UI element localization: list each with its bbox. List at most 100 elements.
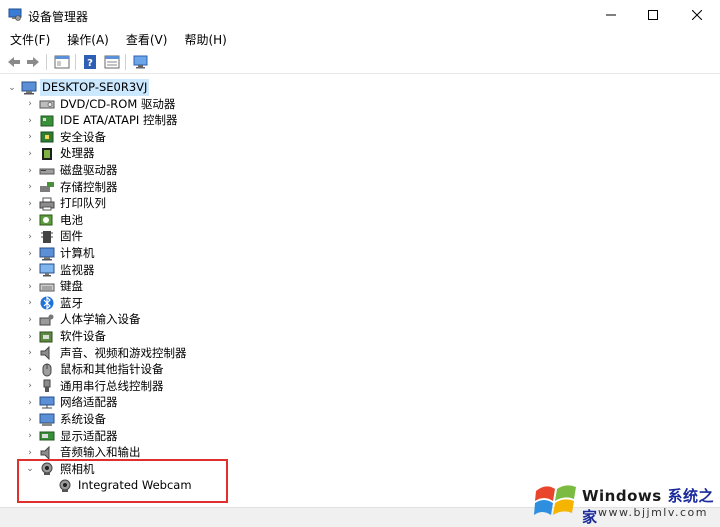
chevron-right-icon[interactable]: ›: [24, 428, 36, 445]
monitor-icon: [39, 263, 55, 277]
toolbar-separator: [75, 54, 76, 70]
tree-category-row[interactable]: › 鼠标和其他指针设备: [24, 361, 166, 378]
tree-category-row[interactable]: › 蓝牙: [24, 295, 85, 312]
chevron-right-icon[interactable]: ›: [24, 328, 36, 345]
tree-category-row[interactable]: › 监视器: [24, 262, 97, 279]
tree-category-row[interactable]: › 声音、视频和游戏控制器: [24, 345, 189, 362]
tree-category-label: 人体学输入设备: [60, 312, 141, 327]
tree-category-label: 监视器: [60, 262, 95, 277]
tree-category-label: 固件: [60, 229, 83, 244]
toolbar-separator: [46, 54, 47, 70]
tree-category-label: 网络适配器: [60, 395, 118, 410]
battery-icon: [39, 213, 55, 227]
chevron-right-icon[interactable]: ›: [24, 278, 36, 295]
tree-category-row[interactable]: › 存储控制器: [24, 179, 120, 196]
help-icon[interactable]: ?: [82, 54, 98, 70]
windows-logo-icon: [534, 481, 578, 524]
tree-category-label: 软件设备: [60, 329, 106, 343]
display-adapter-icon: [39, 429, 55, 443]
tree-category-row[interactable]: › 系统设备: [24, 411, 108, 428]
tree-category-label: 存储控制器: [60, 179, 118, 194]
show-hide-console-tree-icon[interactable]: [54, 54, 70, 70]
chevron-right-icon[interactable]: ›: [24, 311, 36, 328]
menu-action[interactable]: 操作(A): [57, 30, 116, 50]
tree-category-label: 鼠标和其他指针设备: [60, 362, 164, 377]
menu-help[interactable]: 帮助(H): [174, 30, 233, 50]
toolbar: ?: [0, 50, 720, 74]
firmware-icon: [39, 230, 55, 244]
chevron-right-icon[interactable]: ›: [24, 162, 36, 179]
security-device-icon: [39, 130, 55, 144]
disk-drive-icon: [39, 164, 55, 178]
chevron-right-icon[interactable]: ›: [24, 179, 36, 196]
menu-file[interactable]: 文件(F): [0, 30, 57, 50]
chevron-right-icon[interactable]: ›: [24, 262, 36, 279]
tree-category-label: 电池: [60, 212, 83, 227]
chevron-right-icon[interactable]: ›: [24, 112, 36, 129]
tree-category-row[interactable]: › 网络适配器: [24, 394, 120, 411]
tree-category-row[interactable]: › 显示适配器: [24, 428, 120, 445]
tree-category-row[interactable]: › 安全设备: [24, 129, 108, 146]
minimize-button[interactable]: [588, 0, 634, 30]
tree-category-label: DVD/CD-ROM 驱动器: [60, 96, 176, 111]
software-device-icon: [39, 330, 55, 344]
highlight-box: [17, 459, 228, 503]
chevron-right-icon[interactable]: ›: [24, 129, 36, 146]
tree-category-row[interactable]: › 人体学输入设备: [24, 311, 143, 328]
tree-category-row[interactable]: › IDE ATA/ATAPI 控制器: [24, 112, 179, 129]
chevron-down-icon[interactable]: ⌄: [6, 79, 18, 96]
close-button[interactable]: [674, 0, 720, 30]
watermark: Windows 系统之家 www.bjjmlv.com: [528, 473, 720, 527]
computer-icon: [39, 247, 55, 261]
tree-category-label: 安全设备: [60, 129, 106, 144]
tree-category-label: 显示适配器: [60, 428, 118, 443]
back-arrow-icon[interactable]: [6, 54, 22, 70]
chevron-right-icon[interactable]: ›: [24, 361, 36, 378]
tree-category-row[interactable]: › 固件: [24, 228, 85, 245]
chevron-right-icon[interactable]: ›: [24, 245, 36, 262]
scan-hardware-icon[interactable]: [133, 54, 149, 70]
tree-category-row[interactable]: › DVD/CD-ROM 驱动器: [24, 96, 177, 113]
tree-category-row[interactable]: › 软件设备: [24, 328, 108, 345]
dvd-drive-icon: [39, 97, 55, 111]
tree-root-label: DESKTOP-SE0R3VJ: [40, 79, 150, 96]
tree-category-row[interactable]: › 打印队列: [24, 195, 108, 212]
audio-io-icon: [39, 445, 55, 460]
processor-icon: [39, 147, 55, 161]
title-bar: 设备管理器: [0, 0, 720, 30]
menu-view[interactable]: 查看(V): [116, 30, 175, 50]
chevron-right-icon[interactable]: ›: [24, 345, 36, 362]
chevron-right-icon[interactable]: ›: [24, 394, 36, 411]
usb-icon: [39, 379, 55, 393]
tree-category-label: 打印队列: [60, 196, 106, 211]
tree-category-label: IDE ATA/ATAPI 控制器: [60, 113, 178, 128]
tree-category-label: 蓝牙: [60, 295, 83, 310]
printer-icon: [39, 197, 55, 211]
chevron-right-icon[interactable]: ›: [24, 378, 36, 395]
tree-category-label: 系统设备: [60, 412, 106, 426]
chevron-right-icon[interactable]: ›: [24, 96, 36, 113]
chevron-right-icon[interactable]: ›: [24, 145, 36, 162]
tree-category-label: 键盘: [60, 279, 83, 294]
chevron-right-icon[interactable]: ›: [24, 295, 36, 312]
chevron-right-icon[interactable]: ›: [24, 212, 36, 229]
properties-icon[interactable]: [104, 54, 120, 70]
keyboard-icon: [39, 280, 55, 294]
device-tree: ⌄ DESKTOP-SE0R3VJ › DVD/CD-ROM 驱动器 › IDE AT…: [0, 77, 720, 507]
maximize-button[interactable]: [630, 0, 676, 30]
tree-root[interactable]: ⌄ DESKTOP-SE0R3VJ: [0, 79, 150, 96]
chevron-right-icon[interactable]: ›: [24, 228, 36, 245]
tree-category-row[interactable]: › 磁盘驱动器: [24, 162, 120, 179]
watermark-url: www.bjjmlv.com: [598, 506, 708, 519]
chevron-right-icon[interactable]: ›: [24, 411, 36, 428]
tree-category-row[interactable]: › 计算机: [24, 245, 97, 262]
toolbar-separator: [125, 54, 126, 70]
chevron-right-icon[interactable]: ›: [24, 195, 36, 212]
tree-category-label: 计算机: [60, 246, 95, 260]
tree-category-row[interactable]: › 处理器: [24, 145, 97, 162]
tree-category-row[interactable]: › 通用串行总线控制器: [24, 378, 166, 395]
tree-category-label: 处理器: [60, 146, 95, 161]
forward-arrow-icon[interactable]: [25, 54, 41, 70]
tree-category-row[interactable]: › 键盘: [24, 278, 85, 295]
tree-category-row[interactable]: › 电池: [24, 212, 85, 229]
